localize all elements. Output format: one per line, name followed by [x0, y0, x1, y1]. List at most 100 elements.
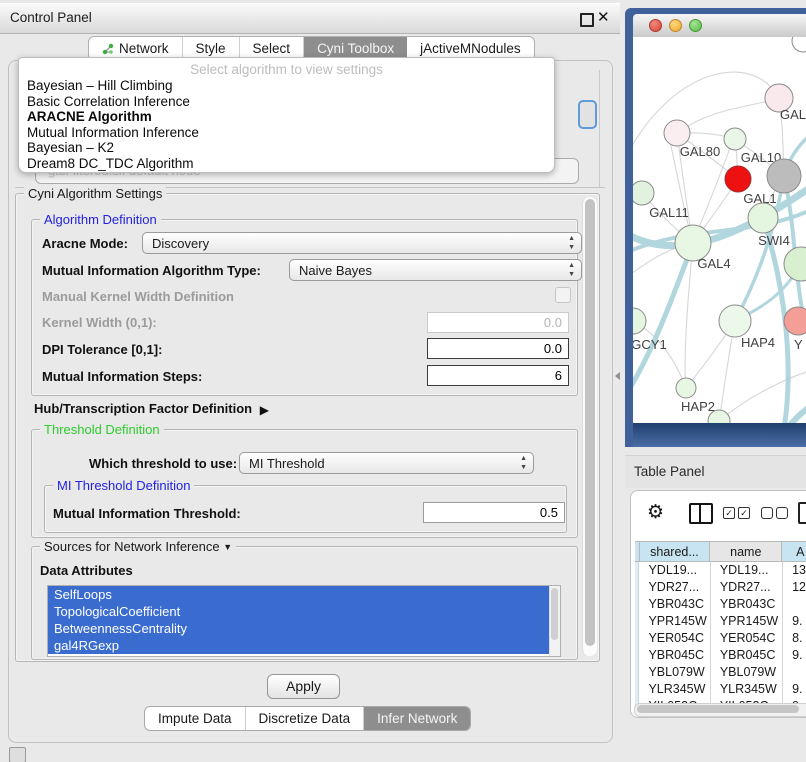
- column-header-shared[interactable]: shared...: [640, 541, 711, 562]
- table-cell[interactable]: [783, 664, 806, 681]
- column-header-partial[interactable]: A: [782, 541, 806, 562]
- manual-kernel-checkbox[interactable]: [555, 287, 571, 303]
- table-cell[interactable]: YDR27...: [711, 579, 783, 596]
- algorithm-dropdown-popup: Select algorithm to view settings Bayesi…: [18, 57, 555, 173]
- checked-checkbox-icon[interactable]: ✓: [723, 507, 735, 519]
- network-canvas[interactable]: GALGAL80GAL10GAL1GAL11SWI4GAL4GCY1HAP4YH…: [633, 37, 806, 423]
- table-row[interactable]: YPR145WYPR145W9.: [635, 613, 806, 630]
- settings-scrollbar[interactable]: [582, 197, 597, 656]
- network-node-gal11[interactable]: [633, 181, 654, 205]
- network-window-titlebar[interactable]: [633, 14, 806, 38]
- table-cell[interactable]: YBL079W: [711, 664, 783, 681]
- unchecked-checkbox-icon[interactable]: [761, 507, 773, 519]
- algorithm-option[interactable]: Bayesian – K2: [19, 140, 554, 156]
- data-attributes-list[interactable]: SelfLoopsTopologicalCoefficientBetweenne…: [47, 585, 561, 657]
- mi-steps-field[interactable]: 6: [427, 365, 569, 386]
- data-attributes-items: SelfLoopsTopologicalCoefficientBetweenne…: [48, 586, 560, 654]
- table-row[interactable]: YER054CYER054C8.: [635, 630, 806, 647]
- tab-network-label: Network: [119, 41, 169, 56]
- table-row[interactable]: YDL19...YDL19...13: [635, 562, 806, 579]
- zoom-traffic-light-icon[interactable]: [689, 19, 702, 32]
- focused-combo-fragment[interactable]: [578, 100, 597, 129]
- settings-scrollbar-thumb[interactable]: [585, 199, 595, 646]
- table-cell[interactable]: 13: [783, 562, 806, 579]
- table-row[interactable]: YLR345WYLR345W9.: [635, 681, 806, 698]
- table-cell[interactable]: 9.: [783, 613, 806, 630]
- mi-type-select[interactable]: Naive Bayes ▲▼: [289, 259, 582, 281]
- network-node-gal10[interactable]: [724, 128, 746, 150]
- network-view-window[interactable]: GALGAL80GAL10GAL1GAL11SWI4GAL4GCY1HAP4YH…: [625, 8, 806, 447]
- table-row[interactable]: YDR27...YDR27...12: [635, 579, 806, 596]
- table-cell[interactable]: 9.: [783, 647, 806, 664]
- attribute-item-selected[interactable]: SelfLoops: [48, 586, 560, 603]
- table-cell[interactable]: 8.: [783, 630, 806, 647]
- attribute-item-selected[interactable]: BetweennessCentrality: [48, 620, 560, 637]
- network-node[interactable]: [767, 159, 801, 193]
- algorithm-option[interactable]: ARACNE Algorithm: [19, 109, 554, 125]
- minimize-traffic-light-icon[interactable]: [669, 19, 682, 32]
- table-cell[interactable]: YBR043C: [711, 596, 783, 613]
- apply-button[interactable]: Apply: [267, 674, 340, 699]
- table-hscrollbar-thumb[interactable]: [637, 705, 799, 713]
- close-icon[interactable]: ✕: [597, 8, 610, 26]
- network-node-hap2[interactable]: [676, 378, 696, 398]
- kernel-width-field[interactable]: 0.0: [427, 312, 569, 333]
- tab-impute-data[interactable]: Impute Data: [145, 707, 246, 730]
- table-cell[interactable]: 9.: [783, 681, 806, 698]
- table-cell[interactable]: YPR145W: [639, 613, 710, 630]
- network-node-gcy1[interactable]: [633, 308, 646, 334]
- table-cell[interactable]: YLR345W: [711, 681, 783, 698]
- table-cell[interactable]: YBR045C: [639, 647, 710, 664]
- checked-checkbox-icon[interactable]: ✓: [738, 507, 750, 519]
- mi-threshold-field[interactable]: 0.5: [423, 502, 565, 523]
- table-cell[interactable]: YDL19...: [711, 562, 783, 579]
- hub-definition-toggle[interactable]: Hub/Transcription Factor Definition ▶: [34, 401, 265, 416]
- table-cell[interactable]: YER054C: [711, 630, 783, 647]
- table-row[interactable]: YBR045CYBR045C9.: [635, 647, 806, 664]
- columns-icon[interactable]: [689, 503, 713, 524]
- table-cell[interactable]: 12: [783, 579, 806, 596]
- hub-definition-label: Hub/Transcription Factor Definition: [34, 401, 252, 416]
- float-window-icon[interactable]: [580, 13, 594, 27]
- network-node-gal1[interactable]: [725, 166, 751, 192]
- network-node-swi4[interactable]: [748, 203, 778, 233]
- which-threshold-select[interactable]: MI Threshold ▲▼: [239, 452, 534, 474]
- tab-discretize-data[interactable]: Discretize Data: [246, 707, 365, 730]
- table-cell[interactable]: [783, 596, 806, 613]
- table-cell[interactable]: YBL079W: [639, 664, 710, 681]
- sources-legend[interactable]: Sources for Network Inference ▼: [40, 539, 236, 554]
- attributes-scrollbar[interactable]: [549, 586, 560, 656]
- dock-grip-icon[interactable]: [9, 747, 26, 762]
- gear-icon[interactable]: ⚙: [647, 503, 664, 523]
- tab-infer-network[interactable]: Infer Network: [364, 707, 470, 730]
- attribute-item-selected[interactable]: gal4RGexp: [48, 637, 560, 654]
- table-cell[interactable]: YBR045C: [711, 647, 783, 664]
- algorithm-option[interactable]: Basic Correlation Inference: [19, 94, 554, 110]
- network-node-hap4[interactable]: [719, 305, 751, 337]
- table-row[interactable]: YBL079WYBL079W: [635, 664, 806, 681]
- algorithm-option[interactable]: Dream8 DC_TDC Algorithm: [19, 156, 554, 172]
- table-cell[interactable]: YDR27...: [639, 579, 710, 596]
- table-hscrollbar[interactable]: [634, 703, 806, 717]
- table-cell[interactable]: YLR345W: [639, 681, 710, 698]
- dpi-tolerance-field[interactable]: 0.0: [427, 338, 569, 359]
- table-cell[interactable]: YBR043C: [639, 596, 710, 613]
- table-cell[interactable]: YDL19...: [639, 562, 710, 579]
- algorithm-option[interactable]: Bayesian – Hill Climbing: [19, 78, 554, 94]
- document-icon[interactable]: [798, 502, 806, 524]
- table-cell[interactable]: YPR145W: [711, 613, 783, 630]
- algorithm-option[interactable]: Mutual Information Inference: [19, 125, 554, 141]
- network-node-gal80[interactable]: [664, 120, 690, 146]
- panel-divider-arrow[interactable]: [615, 372, 620, 380]
- network-graph[interactable]: GALGAL80GAL10GAL1GAL11SWI4GAL4GCY1HAP4YH…: [633, 37, 806, 423]
- close-traffic-light-icon[interactable]: [649, 19, 662, 32]
- network-node[interactable]: [784, 247, 806, 281]
- table-row[interactable]: YBR043CYBR043C: [635, 596, 806, 613]
- aracne-mode-select[interactable]: Discovery ▲▼: [142, 232, 582, 254]
- unchecked-checkbox-icon[interactable]: [776, 507, 788, 519]
- table-cell[interactable]: YER054C: [639, 630, 710, 647]
- column-header-name[interactable]: name: [710, 541, 782, 562]
- network-node[interactable]: [792, 37, 806, 52]
- attribute-item-selected[interactable]: TopologicalCoefficient: [48, 603, 560, 620]
- attributes-scrollbar-thumb[interactable]: [551, 588, 558, 640]
